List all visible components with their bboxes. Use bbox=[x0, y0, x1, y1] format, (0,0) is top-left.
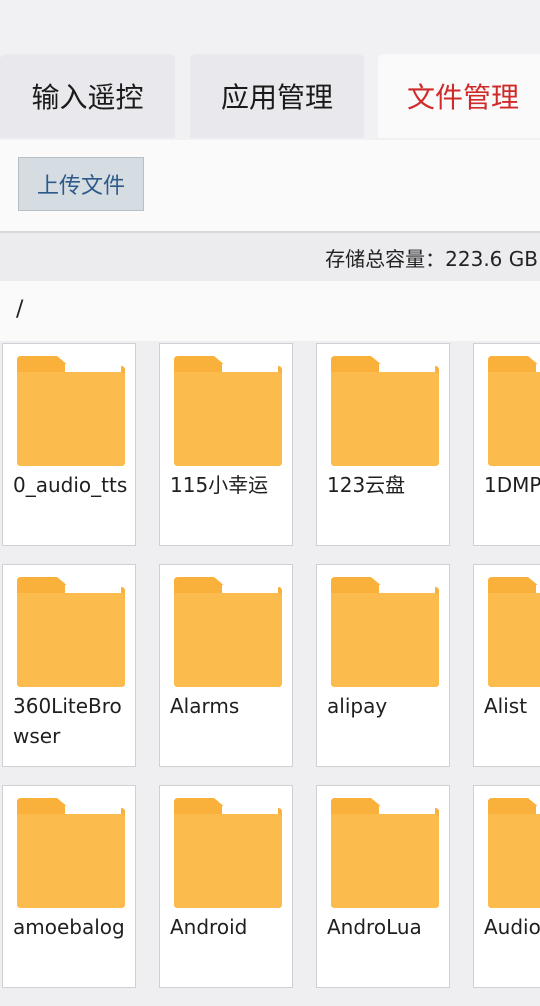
folder-name: AndroLua bbox=[327, 915, 422, 939]
file-manager-screen: 输入遥控 应用管理 文件管理 上传文件 存储总容量：223.6 GB / 0_a… bbox=[0, 0, 540, 1006]
storage-capacity-label: 存储总容量：223.6 GB bbox=[325, 247, 538, 271]
folder-name: 123云盘 bbox=[327, 473, 406, 497]
tab-file-management[interactable]: 文件管理 bbox=[378, 54, 540, 138]
folder-item[interactable]: 123云盘 bbox=[316, 343, 450, 546]
folder-item[interactable]: 1DMP bbox=[473, 343, 540, 546]
folder-item[interactable]: 0_audio_tts bbox=[2, 343, 136, 546]
folder-icon bbox=[488, 577, 540, 687]
tab-input-remote[interactable]: 输入遥控 bbox=[0, 54, 175, 138]
storage-row: 存储总容量：223.6 GB bbox=[0, 233, 540, 281]
current-path: / bbox=[16, 297, 24, 322]
folder-name: Audios bbox=[484, 915, 540, 939]
folder-item[interactable]: Alarms bbox=[159, 564, 293, 767]
folder-item[interactable]: AndroLua bbox=[316, 785, 450, 988]
folder-icon bbox=[174, 356, 282, 466]
folder-icon bbox=[331, 577, 439, 687]
upload-file-button[interactable]: 上传文件 bbox=[18, 157, 144, 211]
folder-item[interactable]: amoebalog bbox=[2, 785, 136, 988]
tab-app-management[interactable]: 应用管理 bbox=[190, 54, 364, 138]
folder-name: Android bbox=[170, 915, 248, 939]
folder-icon bbox=[17, 356, 125, 466]
folder-item[interactable]: alipay bbox=[316, 564, 450, 767]
folder-name: 115小幸运 bbox=[170, 473, 269, 497]
folder-icon bbox=[488, 356, 540, 466]
folder-icon bbox=[488, 798, 540, 908]
path-row: / bbox=[0, 281, 540, 341]
folder-icon bbox=[174, 798, 282, 908]
folder-name: Alist bbox=[484, 694, 528, 718]
folder-name: 1DMP bbox=[484, 473, 540, 497]
folder-name: 0_audio_tts bbox=[13, 473, 128, 497]
folder-icon bbox=[174, 577, 282, 687]
folder-item[interactable]: 360LiteBrowser bbox=[2, 564, 136, 767]
status-bar-area bbox=[0, 0, 540, 52]
folder-name: Alarms bbox=[170, 694, 240, 718]
folder-item[interactable]: 115小幸运 bbox=[159, 343, 293, 546]
folder-grid: 0_audio_tts 115小幸运 123云盘 1DMP 360LiteBro… bbox=[0, 341, 540, 1006]
top-tabs: 输入遥控 应用管理 文件管理 bbox=[0, 54, 540, 140]
folder-icon bbox=[331, 798, 439, 908]
folder-name: 360LiteBrowser bbox=[13, 694, 122, 748]
folder-item[interactable]: Android bbox=[159, 785, 293, 988]
folder-name: alipay bbox=[327, 694, 388, 718]
folder-name: amoebalog bbox=[13, 915, 125, 939]
folder-icon bbox=[17, 798, 125, 908]
action-bar: 上传文件 bbox=[0, 140, 540, 232]
folder-icon bbox=[17, 577, 125, 687]
folder-item[interactable]: Audios bbox=[473, 785, 540, 988]
folder-icon bbox=[331, 356, 439, 466]
folder-item[interactable]: Alist bbox=[473, 564, 540, 767]
